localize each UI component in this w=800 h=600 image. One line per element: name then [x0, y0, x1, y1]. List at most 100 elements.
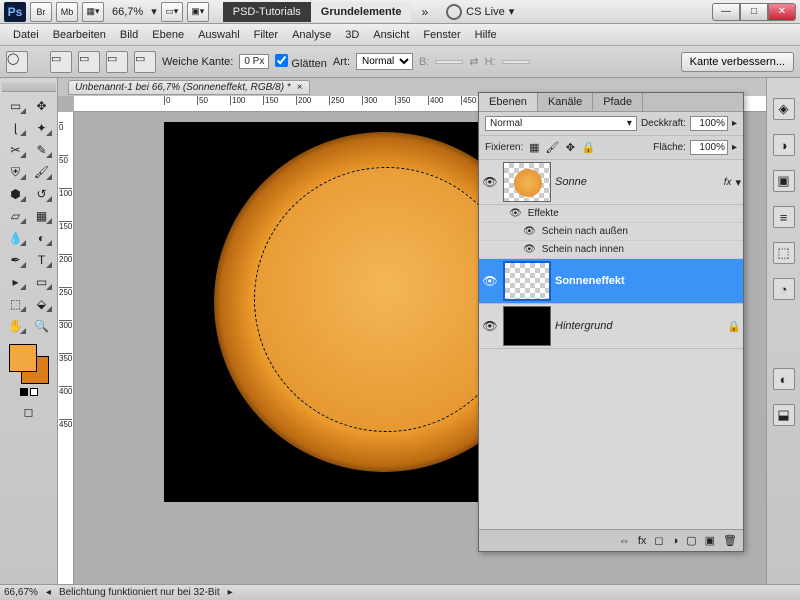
- healing-tool-icon[interactable]: ⛨: [4, 162, 28, 182]
- blur-tool-icon[interactable]: 💧: [4, 228, 28, 248]
- status-zoom[interactable]: 66,67%: [4, 587, 38, 598]
- opacity-input[interactable]: 100%: [690, 116, 728, 131]
- 3dcam-tool-icon[interactable]: ⬙: [30, 294, 54, 314]
- layer-thumbnail[interactable]: [503, 261, 551, 301]
- delete-layer-icon[interactable]: 🗑: [723, 534, 737, 547]
- zoom-display[interactable]: 66,7%: [108, 6, 147, 18]
- clone-panel-icon[interactable]: ⬓: [773, 404, 795, 426]
- layers-panel-icon[interactable]: ◈: [773, 98, 795, 120]
- color-swatches[interactable]: [9, 344, 49, 384]
- selection-new-icon[interactable]: ▭: [50, 51, 72, 73]
- tool-preset-icon[interactable]: ◯: [6, 51, 28, 73]
- minibridge-button[interactable]: Mb: [56, 2, 78, 22]
- menu-ansicht[interactable]: Ansicht: [366, 29, 416, 41]
- menu-hilfe[interactable]: Hilfe: [468, 29, 504, 41]
- screenmode-icon[interactable]: ▣▾: [187, 2, 209, 22]
- eraser-tool-icon[interactable]: ▱: [4, 206, 28, 226]
- layer-fx-icon[interactable]: fx: [638, 535, 647, 547]
- new-layer-icon[interactable]: ▣: [705, 534, 715, 547]
- window-maximize-button[interactable]: □: [740, 3, 768, 21]
- layers-panel[interactable]: Ebenen Kanäle Pfade Normal ▾ Deckkraft: …: [478, 92, 744, 552]
- layer-hintergrund[interactable]: 👁 Hintergrund 🔒: [479, 304, 743, 349]
- masks-panel-icon[interactable]: ▣: [773, 170, 795, 192]
- visibility-toggle-icon[interactable]: 👁: [509, 208, 522, 219]
- visibility-toggle-icon[interactable]: 👁: [481, 274, 499, 288]
- hand-tool-icon[interactable]: ✋: [4, 316, 28, 336]
- document-tab[interactable]: Unbenannt-1 bei 66,7% (Sonneneffekt, RGB…: [68, 80, 310, 95]
- eyedropper-tool-icon[interactable]: ✎: [30, 140, 54, 160]
- window-close-button[interactable]: ✕: [768, 3, 796, 21]
- link-layers-icon[interactable]: ⇔: [619, 535, 630, 547]
- style-select[interactable]: Normal: [356, 53, 413, 70]
- ps-logo-icon[interactable]: Ps: [4, 2, 26, 22]
- lock-transparency-icon[interactable]: ▦: [527, 141, 541, 155]
- lasso-tool-icon[interactable]: ɭ: [4, 118, 28, 138]
- character-panel-icon[interactable]: ≡: [773, 206, 795, 228]
- menu-filter[interactable]: Filter: [247, 29, 285, 41]
- menu-datei[interactable]: Datei: [6, 29, 46, 41]
- marquee-tool-icon[interactable]: ▭: [4, 96, 28, 116]
- type-tool-icon[interactable]: T: [30, 250, 54, 270]
- fill-slider-icon[interactable]: ▸: [732, 142, 737, 153]
- history-panel-icon[interactable]: ◐: [773, 368, 795, 390]
- close-tab-icon[interactable]: ×: [297, 82, 303, 93]
- antialias-checkbox[interactable]: Glätten: [275, 54, 327, 70]
- lock-all-icon[interactable]: 🔒: [581, 141, 595, 155]
- crop-tool-icon[interactable]: ✂: [4, 140, 28, 160]
- fill-input[interactable]: 100%: [690, 140, 728, 155]
- fx-badge[interactable]: fx: [724, 177, 732, 188]
- layer-thumbnail[interactable]: [503, 306, 551, 346]
- status-prev-icon[interactable]: ◂: [46, 587, 51, 598]
- tab-kanaele[interactable]: Kanäle: [538, 93, 593, 111]
- zoom-dropdown-icon[interactable]: ▾: [151, 5, 157, 18]
- shape-tool-icon[interactable]: ▭: [30, 272, 54, 292]
- bridge-button[interactable]: Br: [30, 2, 52, 22]
- foreground-color-swatch[interactable]: [9, 344, 37, 372]
- zoom-tool-icon[interactable]: 🔍: [30, 316, 54, 336]
- status-info[interactable]: Belichtung funktioniert nur bei 32-Bit: [59, 587, 220, 598]
- selection-subtract-icon[interactable]: ▭: [106, 51, 128, 73]
- opacity-slider-icon[interactable]: ▸: [732, 118, 737, 129]
- visibility-toggle-icon[interactable]: 👁: [481, 175, 499, 189]
- menu-bearbeiten[interactable]: Bearbeiten: [46, 29, 113, 41]
- workspace-tab-tutorials[interactable]: PSD-Tutorials: [223, 2, 311, 22]
- selection-add-icon[interactable]: ▭: [78, 51, 100, 73]
- workspace-tab-grundelemente[interactable]: Grundelemente: [311, 2, 412, 22]
- gradient-tool-icon[interactable]: ▦: [30, 206, 54, 226]
- blend-mode-select[interactable]: Normal ▾: [485, 116, 637, 131]
- adjustments-panel-icon[interactable]: ◑: [773, 134, 795, 156]
- layer-mask-icon[interactable]: ◻: [654, 534, 663, 547]
- menu-ebene[interactable]: Ebene: [145, 29, 191, 41]
- history-brush-icon[interactable]: ↺: [30, 184, 54, 204]
- tab-pfade[interactable]: Pfade: [593, 93, 643, 111]
- lock-position-icon[interactable]: ✥: [563, 141, 577, 155]
- cslive-button[interactable]: CS Live ▾: [438, 4, 522, 20]
- pen-tool-icon[interactable]: ✒: [4, 250, 28, 270]
- selection-intersect-icon[interactable]: ▭: [134, 51, 156, 73]
- effect-outer-glow[interactable]: 👁 Schein nach außen: [479, 223, 743, 241]
- menu-bild[interactable]: Bild: [113, 29, 145, 41]
- visibility-toggle-icon[interactable]: 👁: [523, 226, 536, 237]
- menu-auswahl[interactable]: Auswahl: [191, 29, 247, 41]
- visibility-toggle-icon[interactable]: 👁: [523, 244, 536, 255]
- menu-3d[interactable]: 3D: [338, 29, 366, 41]
- frames-icon[interactable]: ▦▾: [82, 2, 104, 22]
- wand-tool-icon[interactable]: ✦: [30, 118, 54, 138]
- swatches-panel-icon[interactable]: ⬚: [773, 242, 795, 264]
- window-minimize-button[interactable]: —: [712, 3, 740, 21]
- dodge-tool-icon[interactable]: ◐: [30, 228, 54, 248]
- fx-expand-icon[interactable]: ▾: [735, 176, 741, 189]
- layer-thumbnail[interactable]: [503, 162, 551, 202]
- feather-input[interactable]: 0 Px: [239, 54, 269, 69]
- stamp-tool-icon[interactable]: ⬢: [4, 184, 28, 204]
- brush-tool-icon[interactable]: 🖌: [30, 162, 54, 182]
- menu-analyse[interactable]: Analyse: [285, 29, 338, 41]
- path-select-icon[interactable]: ▸: [4, 272, 28, 292]
- brushes-panel-icon[interactable]: ◔: [773, 278, 795, 300]
- tab-ebenen[interactable]: Ebenen: [479, 93, 538, 111]
- layer-group-icon[interactable]: ▢: [686, 534, 696, 547]
- ruler-vertical[interactable]: 0 50 100 150 200 250 300 350 400 450: [58, 112, 74, 584]
- status-next-icon[interactable]: ▸: [228, 587, 233, 598]
- visibility-toggle-icon[interactable]: 👁: [481, 319, 499, 333]
- arrange-icon[interactable]: ▭▾: [161, 2, 183, 22]
